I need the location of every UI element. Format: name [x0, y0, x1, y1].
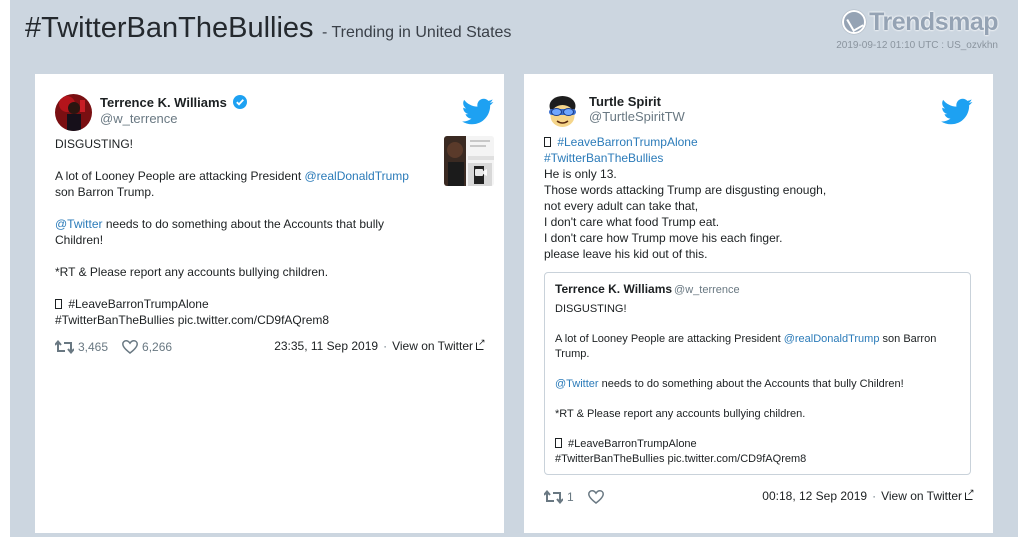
- tweet-line: please leave his kid out of this.: [544, 247, 708, 261]
- mention-link[interactable]: @realDonaldTrump: [305, 169, 409, 183]
- tweet-line: I don't care what food Trump eat.: [544, 215, 720, 229]
- text-span: needs to do something about the Accounts…: [598, 378, 904, 390]
- retweet-icon[interactable]: [544, 490, 563, 504]
- tweet-line[interactable]: #TwitterBanTheBullies pic.twitter.com/CD…: [55, 312, 425, 328]
- quoted-text: DISGUSTING! A lot of Looney People are a…: [555, 302, 955, 467]
- quoted-line: #LeaveBarronTrumpAlone: [555, 437, 955, 452]
- external-link-icon: [965, 487, 975, 500]
- retweet-count: 1: [567, 490, 574, 504]
- tweet-line: A lot of Looney People are attacking Pre…: [55, 168, 425, 184]
- missing-glyph-icon: [55, 299, 62, 309]
- twitter-bird-icon[interactable]: [462, 98, 494, 126]
- tweet-line: I don't care how Trump move his each fin…: [544, 231, 783, 245]
- tweet-text: #LeaveBarronTrumpAlone #TwitterBanTheBul…: [544, 134, 944, 262]
- mention-link: @realDonaldTrump: [783, 333, 880, 345]
- tweet-line: #LeaveBarronTrumpAlone: [544, 134, 944, 150]
- retweet-count: 3,465: [78, 340, 109, 354]
- snapshot-meta: 2019-09-12 01:10 UTC : US_ozvkhn: [836, 40, 998, 51]
- tweet-card: Terrence K. Williams @w_terrence DISGUST…: [35, 74, 504, 533]
- tweet-timestamp[interactable]: 00:18, 12 Sep 2019: [762, 489, 867, 503]
- mention-link[interactable]: @Twitter: [55, 217, 103, 231]
- external-link-icon: [476, 337, 486, 350]
- tweet-text: DISGUSTING! A lot of Looney People are a…: [55, 136, 425, 328]
- like-count: 6,266: [142, 340, 173, 354]
- trending-subtitle: - Trending in United States: [321, 24, 512, 41]
- view-on-twitter-text: View on Twitter: [881, 489, 962, 503]
- heart-icon[interactable]: [587, 490, 604, 504]
- hashtag-link[interactable]: #LeaveBarronTrumpAlone: [65, 297, 208, 311]
- logo-text: Trendsmap: [869, 7, 998, 36]
- heart-icon[interactable]: [122, 340, 138, 354]
- tweet-line: DISGUSTING!: [55, 137, 134, 151]
- quoted-author-handle: @w_terrence: [674, 284, 740, 296]
- tweet-line: Those words attacking Trump are disgusti…: [544, 183, 827, 197]
- quoted-line: A lot of Looney People are attacking Pre…: [555, 332, 955, 347]
- twitter-bird-icon[interactable]: [941, 98, 973, 126]
- text-span: A lot of Looney People are attacking Pre…: [555, 333, 784, 345]
- tweet-footer: 23:35, 11 Sep 2019 · View on Twitter: [274, 337, 486, 353]
- quoted-line: #TwitterBanTheBullies pic.twitter.com/CD…: [555, 453, 807, 465]
- hashtag-link[interactable]: #LeaveBarronTrumpAlone: [554, 135, 697, 149]
- author-handle[interactable]: @TurtleSpiritTW: [589, 109, 685, 124]
- quoted-author: Terrence K. Williams @w_terrence: [555, 282, 740, 296]
- author-name[interactable]: Turtle Spirit: [589, 94, 661, 109]
- quoted-line: DISGUSTING!: [555, 303, 627, 315]
- avatar[interactable]: [55, 94, 92, 131]
- author-handle[interactable]: @w_terrence: [100, 111, 178, 126]
- hashtag-link[interactable]: #TwitterBanTheBullies: [544, 150, 944, 166]
- view-on-twitter-link[interactable]: View on Twitter: [881, 487, 975, 503]
- tweet-card: Turtle Spirit @TurtleSpiritTW #LeaveBarr…: [524, 74, 993, 533]
- quoted-line: *RT & Please report any accounts bullyin…: [555, 408, 806, 420]
- tweet-actions: 1: [544, 490, 604, 504]
- quoted-tweet[interactable]: Terrence K. Williams @w_terrence DISGUSTI…: [544, 272, 971, 475]
- text-span: son Barron: [879, 333, 937, 345]
- author-name-text: Terrence K. Williams: [100, 95, 227, 110]
- author-name[interactable]: Terrence K. Williams: [100, 95, 248, 110]
- verified-badge-icon: [233, 95, 248, 109]
- tweet-line: #LeaveBarronTrumpAlone: [55, 296, 425, 312]
- page-title: #TwitterBanTheBullies - Trending in Unit…: [25, 12, 511, 45]
- quoted-line: @Twitter needs to do something about the…: [555, 377, 955, 392]
- retweet-icon[interactable]: [55, 340, 74, 354]
- tweet-line: *RT & Please report any accounts bullyin…: [55, 265, 329, 279]
- tweet-line: not every adult can take that,: [544, 199, 699, 213]
- trendsmap-logo[interactable]: Trendsmap: [842, 6, 998, 38]
- text-span: needs to do something about the Accounts…: [102, 217, 385, 231]
- quoted-line: Trump.: [555, 348, 590, 360]
- tweet-line: Children!: [55, 233, 104, 247]
- text-span: #LeaveBarronTrumpAlone: [565, 438, 697, 450]
- video-thumbnail[interactable]: [444, 136, 494, 186]
- quoted-author-name: Terrence K. Williams: [555, 282, 673, 296]
- tweet-line: He is only 13.: [544, 167, 617, 181]
- page-frame: #TwitterBanTheBullies - Trending in Unit…: [10, 0, 1018, 537]
- tweet-line: @Twitter needs to do something about the…: [55, 216, 425, 232]
- tweet-line: son Barron Trump.: [55, 185, 155, 199]
- view-on-twitter-link[interactable]: View on Twitter: [392, 337, 486, 353]
- avatar[interactable]: [544, 94, 581, 131]
- tweet-timestamp[interactable]: 23:35, 11 Sep 2019: [274, 339, 378, 353]
- mention-link: @Twitter: [555, 378, 599, 390]
- hashtag-title[interactable]: #TwitterBanTheBullies: [25, 12, 314, 44]
- tweet-footer: 00:18, 12 Sep 2019 · View on Twitter: [762, 487, 975, 503]
- missing-glyph-icon: [544, 137, 551, 147]
- view-on-twitter-text: View on Twitter: [392, 339, 473, 353]
- text-span: A lot of Looney People are attacking Pre…: [55, 169, 305, 183]
- globe-icon: [842, 10, 867, 34]
- missing-glyph-icon: [555, 438, 562, 448]
- tweet-actions: 3,465 6,266: [55, 340, 186, 354]
